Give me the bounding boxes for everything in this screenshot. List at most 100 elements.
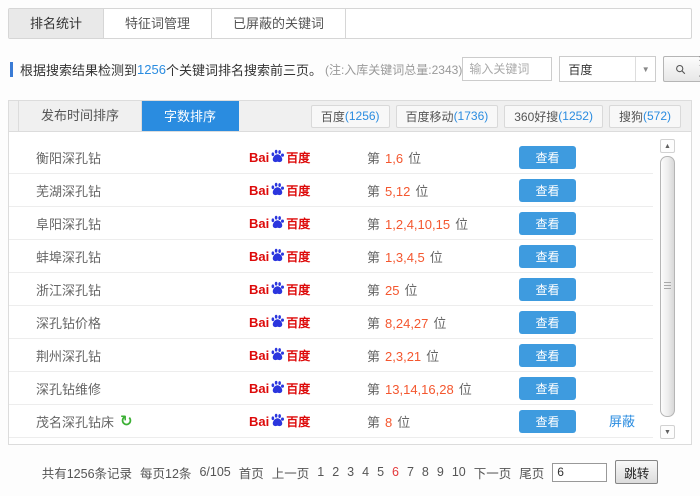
page-link-7[interactable]: 7 xyxy=(407,465,414,479)
page-link-5[interactable]: 5 xyxy=(377,465,384,479)
info-bar: 根据搜索结果检测到 1256 个关键词排名搜索前三页。 (注:入库关键词总量:2… xyxy=(10,54,700,85)
table-row: 荆州深孔钻 Bai 百度第 2,3,21 位查看 xyxy=(9,339,653,372)
baidu-logo-bai: Bai xyxy=(249,248,270,264)
baidu-logo: Bai 百度 xyxy=(249,380,367,397)
rank-cell: 第 2,3,21 位 xyxy=(367,346,519,365)
view-button[interactable]: 查看 xyxy=(519,310,576,334)
keyword-cell: 浙江深孔钻 xyxy=(9,280,249,299)
keyword-search-input[interactable] xyxy=(462,57,553,81)
table-row: 芜湖深孔钻 Bai 百度第 5,12 位查看 xyxy=(9,174,653,207)
baidu-logo-du: 百度 xyxy=(286,216,311,231)
keyword-text: 蚌埠深孔钻 xyxy=(36,249,102,265)
keyword-cell: 茂名深孔钻床 ↻ xyxy=(9,412,249,431)
page-link-4[interactable]: 4 xyxy=(362,465,369,479)
baidu-logo-bai: Bai xyxy=(249,413,270,429)
view-button[interactable]: 查看 xyxy=(519,145,576,169)
view-button[interactable]: 查看 xyxy=(519,376,576,400)
scrollbar-thumb[interactable] xyxy=(660,156,675,417)
panel-header: 发布时间排序 字数排序 百度 (1256) 百度移动 (1736) 360好搜 (1252)… xyxy=(8,100,692,132)
rank-numbers: 5,12 xyxy=(385,183,411,199)
view-cell: 查看 xyxy=(519,409,609,433)
keyword-text: 芜湖深孔钻 xyxy=(36,183,102,199)
keyword-cell: 蚌埠深孔钻 xyxy=(9,247,249,266)
next-page-link[interactable]: 下一页 xyxy=(474,463,512,482)
query-button[interactable]: 查 询 xyxy=(663,54,700,85)
baidu-logo-bai: Bai xyxy=(249,182,270,198)
first-page-link[interactable]: 首页 xyxy=(239,463,264,482)
rank-numbers: 1,6 xyxy=(385,150,404,166)
block-link[interactable]: 屏蔽 xyxy=(609,414,635,429)
rank-cell: 第 25 位 xyxy=(367,280,519,299)
baidu-paw-icon xyxy=(271,413,285,426)
baidu-logo: Bai 百度 xyxy=(249,314,367,331)
last-page-link[interactable]: 尾页 xyxy=(519,463,544,482)
refresh-icon[interactable]: ↻ xyxy=(120,414,133,429)
scrollbar-up-icon[interactable]: ▲ xyxy=(660,139,675,153)
baidu-paw-icon xyxy=(271,347,285,360)
summary-note: (注:入库关键词总量:2343) xyxy=(324,62,463,77)
tab-feature-word-management[interactable]: 特征词管理 xyxy=(104,9,213,38)
table-row: 衡阳深孔钻 Bai 百度第 1,6 位查看 xyxy=(9,141,653,174)
baidu-logo-du: 百度 xyxy=(286,381,311,396)
chevron-down-icon[interactable]: ▼ xyxy=(635,57,655,81)
filter-baidu-pc[interactable]: 百度 (1256) xyxy=(310,104,390,128)
baidu-logo-bai: Bai xyxy=(249,314,270,330)
rank-suffix: 位 xyxy=(404,282,418,298)
rank-prefix: 第 xyxy=(367,414,381,430)
filter-count: (1252) xyxy=(558,109,593,123)
block-cell: 屏蔽 xyxy=(609,411,653,431)
tab-word-count-sort[interactable]: 字数排序 xyxy=(142,101,240,131)
engine-select[interactable]: 百度 ▼ xyxy=(559,56,657,82)
filter-label: 百度移动 xyxy=(405,109,454,124)
baidu-logo-du: 百度 xyxy=(286,315,311,330)
page-link-3[interactable]: 3 xyxy=(347,465,354,479)
view-button[interactable]: 查看 xyxy=(519,244,576,268)
baidu-paw-icon xyxy=(271,314,285,327)
jump-page-input[interactable] xyxy=(552,462,608,482)
view-button[interactable]: 查看 xyxy=(519,277,576,301)
rank-numbers: 8,24,27 xyxy=(385,315,429,331)
page-link-1[interactable]: 1 xyxy=(317,465,324,479)
keyword-table-rows: 衡阳深孔钻 Bai 百度第 1,6 位查看 芜湖深孔钻 Bai 百度第 5,12 位查看 阜阳深孔钻… xyxy=(9,132,653,438)
baidu-logo: Bai 百度 xyxy=(249,347,367,364)
page-link-2[interactable]: 2 xyxy=(332,465,339,479)
detection-summary: 根据搜索结果检测到 1256 个关键词排名搜索前三页。 (注:入库关键词总量:2… xyxy=(10,60,462,79)
scrollbar[interactable]: ▲ ▼ xyxy=(660,139,675,439)
baidu-paw-icon xyxy=(271,149,285,162)
scrollbar-down-icon[interactable]: ▼ xyxy=(660,425,675,439)
view-button[interactable]: 查看 xyxy=(519,211,576,235)
rank-numbers: 8 xyxy=(385,414,393,430)
page-link-9[interactable]: 9 xyxy=(437,465,444,479)
rank-prefix: 第 xyxy=(367,249,381,265)
page-link-6[interactable]: 6 xyxy=(392,465,399,479)
baidu-logo: Bai 百度 xyxy=(249,182,367,199)
rank-suffix: 位 xyxy=(433,315,447,331)
filter-baidu-mobile[interactable]: 百度移动 (1736) xyxy=(395,104,499,128)
view-cell: 查看 xyxy=(519,343,609,367)
jump-button[interactable]: 跳转 xyxy=(615,460,659,484)
rank-cell: 第 13,14,16,28 位 xyxy=(367,379,519,398)
prev-page-link[interactable]: 上一页 xyxy=(272,463,310,482)
view-button[interactable]: 查看 xyxy=(519,178,576,202)
rank-cell: 第 5,12 位 xyxy=(367,181,519,200)
page-link-8[interactable]: 8 xyxy=(422,465,429,479)
keyword-cell: 芜湖深孔钻 xyxy=(9,181,249,200)
detected-count-link[interactable]: 1256 xyxy=(137,62,166,77)
rank-prefix: 第 xyxy=(367,183,381,199)
rank-cell: 第8位 xyxy=(367,412,519,431)
page-link-10[interactable]: 10 xyxy=(452,465,466,479)
view-button[interactable]: 查看 xyxy=(519,409,576,433)
keyword-text: 浙江深孔钻 xyxy=(36,282,102,298)
sort-tab-bar: 发布时间排序 字数排序 xyxy=(9,101,240,131)
baidu-logo-bai: Bai xyxy=(249,347,270,363)
tab-publish-time-sort[interactable]: 发布时间排序 xyxy=(18,101,143,131)
tab-ranking-stats[interactable]: 排名统计 xyxy=(9,9,105,38)
filter-count: (572) xyxy=(642,109,671,123)
scrollbar-grip xyxy=(664,281,671,291)
filter-360-haosou[interactable]: 360好搜 (1252) xyxy=(504,104,603,128)
tab-blocked-keywords[interactable]: 已屏蔽的关键词 xyxy=(212,9,347,38)
view-button[interactable]: 查看 xyxy=(519,343,576,367)
search-icon xyxy=(676,64,686,74)
table-row: 深孔钻维修 Bai 百度第 13,14,16,28 位查看 xyxy=(9,372,653,405)
filter-sogou[interactable]: 搜狗 (572) xyxy=(608,104,681,128)
